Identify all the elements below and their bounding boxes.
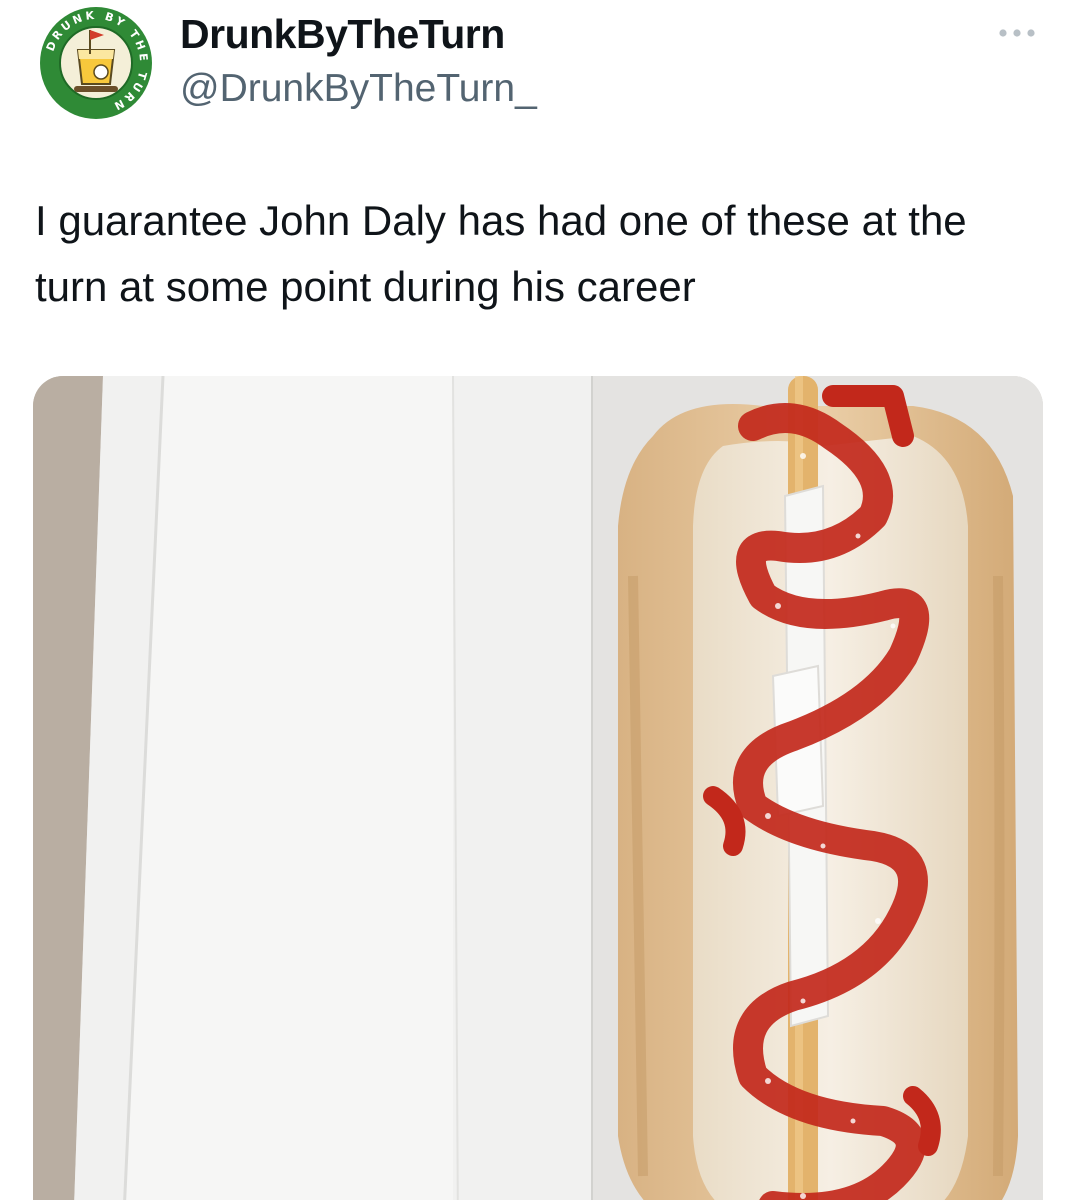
tweet-media[interactable] <box>33 376 1043 1200</box>
avatar[interactable]: DRUNK BY THE TURN <box>30 4 162 122</box>
author-display-name[interactable]: DrunkByTheTurn <box>180 8 505 60</box>
hot-dog-photo <box>33 376 1043 1200</box>
more-options-button[interactable] <box>996 20 1040 46</box>
more-horizontal-icon <box>999 29 1035 37</box>
golf-cocktail-logo-icon: DRUNK BY THE TURN <box>40 7 152 119</box>
tweet-card: DRUNK BY THE TURN DrunkByTheTurn @DrunkB… <box>0 0 1075 1200</box>
tweet-text: I guarantee John Daly has had one of the… <box>35 197 967 310</box>
author-handle[interactable]: @DrunkByTheTurn_ <box>180 64 537 114</box>
